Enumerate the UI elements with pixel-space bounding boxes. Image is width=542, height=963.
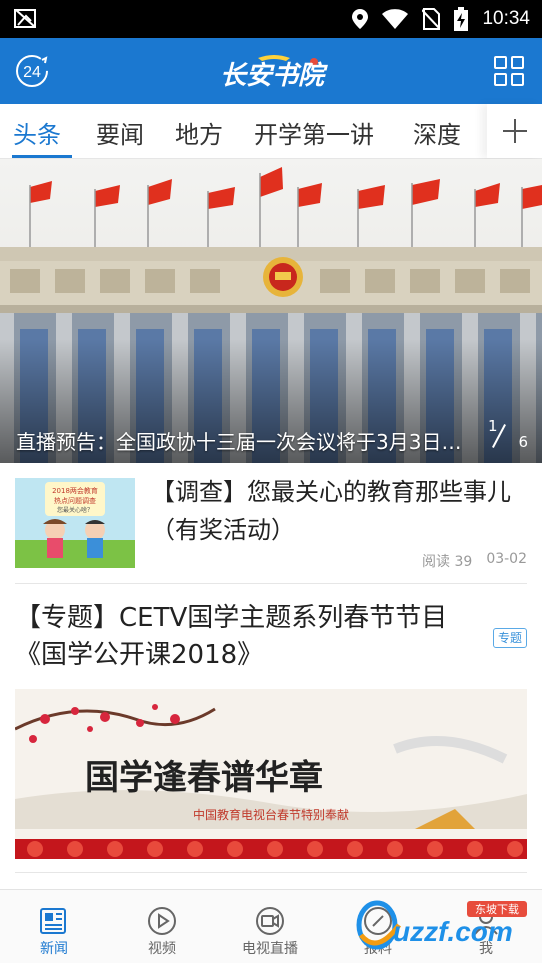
article-survey[interactable]: 2018两会教育 热点问题调查 您最关心啥？ 【调查】您最关心的教育那些事儿（有… (0, 463, 542, 583)
video-play-icon (148, 907, 176, 935)
svg-text:中国教育电视台春节特别奉献: 中国教育电视台春节特别奉献 (193, 807, 349, 822)
tab-local[interactable]: 地方 (175, 115, 223, 150)
read-count: 阅读 39 (422, 554, 473, 570)
survey-thumbnail-image: 2018两会教育 热点问题调查 您最关心啥？ (15, 478, 135, 568)
publish-date: 03-02 (486, 551, 527, 567)
great-hall-image (0, 159, 542, 463)
battery-charging-icon (454, 7, 469, 31)
svg-text:热点问题调查: 热点问题调查 (54, 496, 96, 505)
guoxue-banner-image: 国学逢春谱华章 中国教育电视台春节特别奉献 (15, 689, 527, 859)
banner-caption: 直播预告：全国政协十三届一次会议将于3月3日… (16, 430, 462, 454)
grid-icon (494, 56, 524, 86)
divider (15, 872, 527, 873)
plus-icon (502, 119, 527, 143)
nav-label: 新闻 (40, 941, 68, 957)
article-image-cetv[interactable]: 国学逢春谱华章 中国教育电视台春节特别奉献 (15, 689, 527, 859)
svg-text:24: 24 (23, 64, 41, 81)
status-bar: 10:34 (0, 0, 542, 38)
banner-pager: 1 6 (486, 417, 528, 451)
nav-news[interactable]: 新闻 (0, 890, 108, 963)
add-channel-button[interactable] (487, 104, 542, 158)
tab-headlines[interactable]: 头条 (13, 115, 61, 150)
active-tab-indicator (12, 155, 72, 158)
location-icon (352, 9, 369, 29)
nav-label: 视频 (148, 941, 176, 957)
nav-label: 电视直播 (242, 941, 298, 957)
divider (15, 583, 527, 584)
news-icon (40, 908, 66, 934)
app-logo: 长安书院 (220, 55, 328, 91)
article-title-cetv[interactable]: 【专题】CETV国学主题系列春节节目《国学公开课2018》 (15, 600, 465, 674)
clock: 10:34 (482, 8, 530, 29)
tab-depth[interactable]: 深度 (413, 115, 461, 150)
tab-important-news[interactable]: 要闻 (96, 115, 144, 150)
article-thumbnail: 2018两会教育 热点问题调查 您最关心啥？ (15, 478, 135, 568)
hot24-button[interactable]: 24 (15, 54, 49, 88)
svg-text:东坡下载: 东坡下载 (475, 903, 519, 916)
svg-text:uzzf.com: uzzf.com (393, 916, 513, 947)
tv-camera-icon (256, 907, 284, 935)
headline-banner[interactable]: 直播预告：全国政协十三届一次会议将于3月3日… 1 6 (0, 159, 542, 463)
topic-tag: 专题 (492, 628, 527, 648)
tab-first-lecture[interactable]: 开学第一讲 (254, 115, 374, 150)
hot24-icon: 24 (16, 55, 48, 87)
uzzf-watermark-logo: 东坡下载 uzzf.com (356, 900, 527, 950)
pager-total: 6 (518, 433, 528, 451)
article-meta: 阅读 39 03-02 (422, 551, 527, 571)
svg-text:您最关心啥？: 您最关心啥？ (57, 506, 93, 514)
svg-text:2018两会教育: 2018两会教育 (52, 486, 98, 495)
svg-text:长安书院: 长安书院 (220, 61, 328, 91)
nav-live-tv[interactable]: 电视直播 (216, 890, 324, 963)
wifi-icon (382, 9, 409, 29)
channel-tabs: 头条 要闻 地方 开学第一讲 深度 (0, 104, 542, 159)
no-signal-icon (14, 9, 36, 28)
app-header: 24 长安书院 (0, 38, 542, 104)
channel-grid-button[interactable] (494, 56, 524, 86)
svg-text:国学逢春谱华章: 国学逢春谱华章 (85, 758, 323, 798)
pager-current: 1 (488, 417, 498, 435)
no-sim-icon (422, 8, 441, 30)
nav-video[interactable]: 视频 (108, 890, 216, 963)
article-title: 【调查】您最关心的教育那些事儿（有奖活动） (151, 478, 511, 544)
